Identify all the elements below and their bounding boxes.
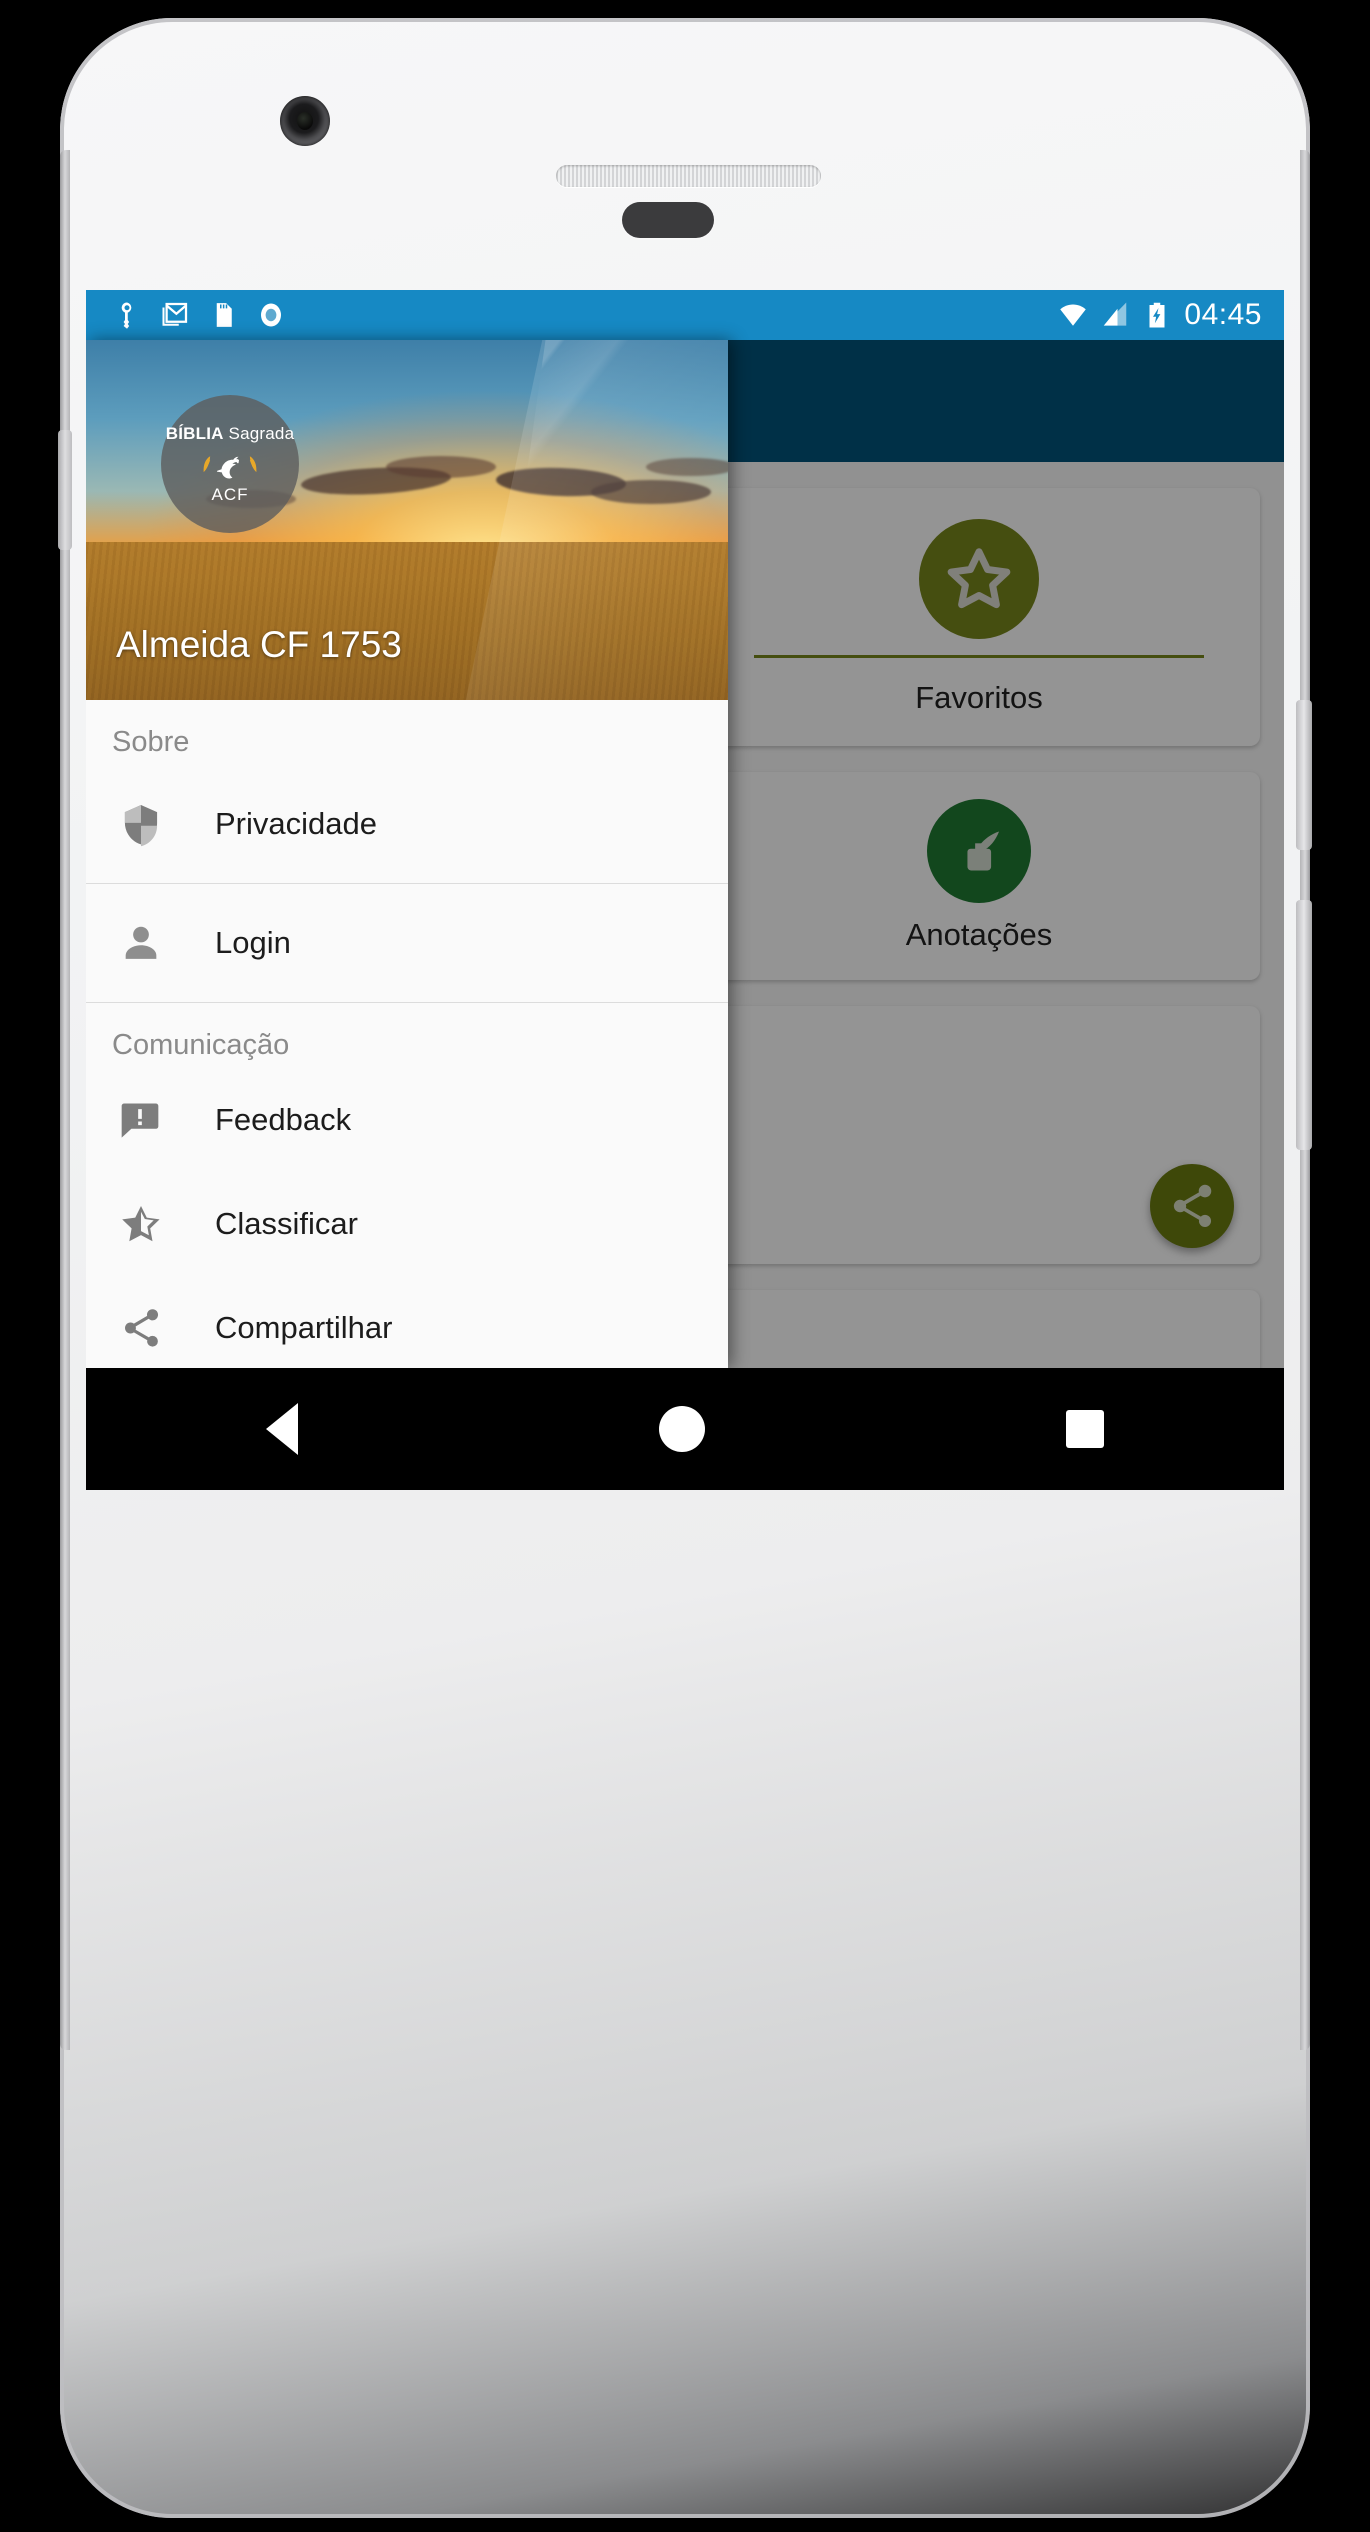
drawer-item-label: Login xyxy=(215,925,291,960)
screenshot-root: 04:45 Favoritos Anotações BÍBLIA Sagrada… xyxy=(0,0,1370,2532)
person-icon xyxy=(118,920,180,966)
earpiece-speaker xyxy=(556,165,821,187)
drawer-section-title-comunicacao: Comunicação xyxy=(112,1029,290,1061)
app-logo: BÍBLIA Sagrada ACF xyxy=(161,395,299,533)
android-navigation-bar xyxy=(86,1368,1284,1490)
status-bar-clock: 04:45 xyxy=(1184,298,1262,331)
vpn-key-icon xyxy=(121,302,132,329)
record-icon xyxy=(261,303,281,327)
drawer-item-compartilhar[interactable]: Compartilhar xyxy=(86,1276,728,1368)
drawer-item-privacidade[interactable]: Privacidade xyxy=(86,765,728,883)
feedback-icon xyxy=(118,1098,180,1142)
shield-icon xyxy=(118,801,180,847)
drawer-item-feedback[interactable]: Feedback xyxy=(86,1068,728,1172)
power-button[interactable] xyxy=(1296,700,1312,850)
drawer-header-title: Almeida CF 1753 xyxy=(116,624,402,665)
front-camera xyxy=(280,96,330,146)
star-half-icon xyxy=(118,1201,180,1247)
app-logo-abbreviation: ACF xyxy=(211,484,249,504)
app-logo-title: BÍBLIA Sagrada xyxy=(166,424,294,444)
back-triangle-icon[interactable] xyxy=(266,1403,299,1455)
drawer-header: BÍBLIA Sagrada ACF Almeida CF 1753 xyxy=(86,340,728,700)
left-side-button[interactable] xyxy=(58,430,72,550)
drawer-item-label: Classificar xyxy=(215,1206,358,1241)
drawer-item-label: Privacidade xyxy=(215,806,377,841)
drawer-item-classificar[interactable]: Classificar xyxy=(86,1172,728,1276)
share-icon xyxy=(118,1305,180,1351)
status-bar: 04:45 xyxy=(86,290,1284,340)
status-bar-right-icons: 04:45 xyxy=(1058,298,1284,332)
cellular-signal-icon xyxy=(1104,302,1127,326)
dove-wheat-icon xyxy=(199,453,261,481)
drawer-item-label: Feedback xyxy=(215,1102,352,1137)
phone-screen: 04:45 Favoritos Anotações BÍBLIA Sagrada… xyxy=(86,290,1284,1368)
navigation-drawer: BÍBLIA Sagrada ACF Almeida CF 1753 Sobre… xyxy=(86,340,728,1368)
cloud-shape xyxy=(386,456,496,478)
status-bar-left-icons xyxy=(86,300,286,330)
wifi-icon xyxy=(1060,304,1087,326)
recents-square-icon[interactable] xyxy=(1065,1410,1104,1448)
drawer-item-login[interactable]: Login xyxy=(86,884,728,1002)
sd-card-icon xyxy=(216,303,232,327)
gmail-icon xyxy=(162,302,188,326)
app-logo-title-rest: Sagrada xyxy=(223,423,295,443)
drawer-section-title-sobre: Sobre xyxy=(112,726,190,758)
proximity-sensor xyxy=(622,202,714,238)
home-circle-icon[interactable] xyxy=(658,1406,705,1452)
battery-charging-icon xyxy=(1149,302,1165,328)
volume-button[interactable] xyxy=(1296,900,1312,1150)
app-logo-title-bold: BÍBLIA xyxy=(165,423,224,443)
drawer-item-label: Compartilhar xyxy=(215,1310,393,1345)
